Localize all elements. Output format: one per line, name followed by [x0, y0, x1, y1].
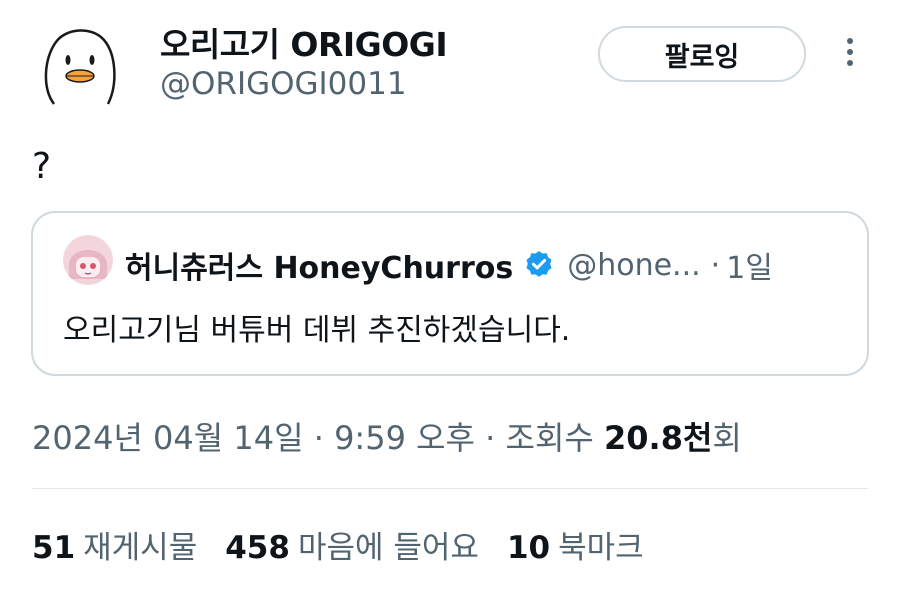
separator-dot: · — [313, 419, 324, 457]
duck-avatar-icon — [44, 29, 116, 105]
quoted-author-name[interactable]: 허니츄러스 HoneyChurros — [125, 243, 513, 287]
views-label: 조회수 — [505, 419, 594, 457]
bookmarks-label: 북마크 — [558, 530, 644, 566]
divider — [32, 488, 868, 489]
author-display-name[interactable]: 오리고기 ORIGOGI — [160, 18, 448, 66]
following-button[interactable]: 팔로잉 — [598, 26, 806, 82]
reposts-stat[interactable]: 51 재게시물 — [32, 522, 197, 567]
likes-label: 마음에 들어요 — [297, 530, 479, 566]
author-handle[interactable]: @ORIGOGI0011 — [160, 66, 407, 102]
quoted-tweet-header: 허니츄러스 HoneyChurros @hone... · 1일 — [125, 243, 773, 287]
quoted-author-avatar — [63, 235, 113, 285]
separator-dot: · — [485, 419, 496, 457]
verified-badge-icon — [526, 251, 552, 277]
views-count[interactable]: 20.8천 — [604, 419, 712, 457]
likes-stat[interactable]: 458 마음에 들어요 — [225, 522, 479, 567]
tweet-time[interactable]: 9:59 오후 — [334, 419, 475, 457]
engagement-stats: 51 재게시물 458 마음에 들어요 10 북마크 — [32, 522, 672, 567]
separator-dot: · — [710, 247, 721, 283]
tweet-date[interactable]: 2024년 04월 14일 — [32, 419, 304, 457]
quoted-author-handle[interactable]: @hone... — [567, 248, 700, 283]
tweet-text: ? — [32, 146, 52, 187]
bookmarks-count: 10 — [506, 530, 551, 566]
quoted-tweet-card[interactable]: 허니츄러스 HoneyChurros @hone... · 1일 오리고기님 버… — [31, 211, 869, 376]
more-vertical-icon[interactable] — [840, 38, 860, 74]
views-suffix: 회 — [712, 419, 742, 457]
reposts-count: 51 — [32, 530, 76, 566]
tweet-meta: 2024년 04월 14일 · 9:59 오후 · 조회수 20.8천회 — [32, 413, 742, 459]
likes-count: 458 — [225, 530, 290, 566]
quoted-tweet-time[interactable]: 1일 — [726, 243, 773, 287]
author-avatar[interactable] — [34, 18, 126, 110]
quoted-tweet-text: 오리고기님 버튜버 데뷔 추진하겠습니다. — [63, 313, 571, 348]
bookmarks-stat[interactable]: 10 북마크 — [507, 522, 644, 567]
reposts-label: 재게시물 — [83, 530, 198, 566]
